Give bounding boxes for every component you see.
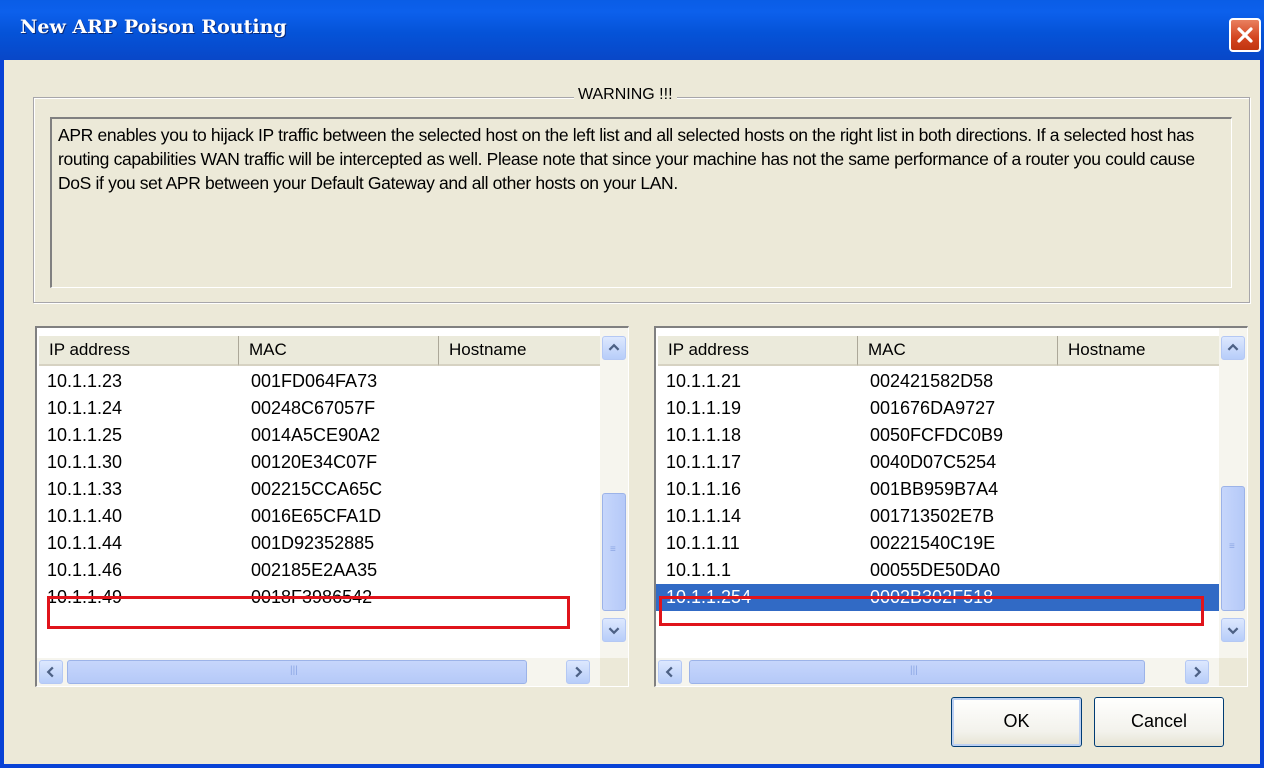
scroll-left-button[interactable] — [658, 660, 682, 684]
warning-text: APR enables you to hijack IP traffic bet… — [50, 117, 1232, 288]
cancel-button[interactable]: Cancel — [1094, 697, 1224, 747]
table-row[interactable]: 10.1.1.33 002215CCA65C — [37, 476, 602, 503]
cell-mac: 001713502E7B — [870, 506, 995, 526]
cell-mac: 0050FCFDC0B9 — [870, 425, 1004, 445]
cell-mac: 0018F3986542 — [251, 587, 373, 607]
cell-mac: 001BB959B7A4 — [870, 479, 999, 499]
horizontal-scrollbar[interactable]: ||| — [656, 658, 1221, 686]
cell-ip: 10.1.1.16 — [666, 479, 742, 499]
table-row[interactable]: 10.1.1.49 0018F3986542 — [37, 584, 602, 611]
cell-ip: 10.1.1.17 — [666, 452, 742, 472]
cell-mac: 00221540C19E — [870, 533, 996, 553]
cell-mac: 00120E34C07F — [251, 452, 378, 472]
column-header-mac[interactable]: MAC — [858, 336, 1058, 366]
cell-mac: 0002B302F518 — [870, 587, 994, 607]
title-bar[interactable]: New ARP Poison Routing — [0, 0, 1264, 60]
table-row[interactable]: 10.1.1.254 0002B302F518 — [656, 584, 1221, 611]
scroll-down-button[interactable] — [1221, 618, 1245, 642]
cell-mac: 001676DA9727 — [870, 398, 996, 418]
cell-mac: 0016E65CFA1D — [251, 506, 382, 526]
scroll-down-button[interactable] — [602, 618, 626, 642]
table-row[interactable]: 10.1.1.17 0040D07C5254 — [656, 449, 1221, 476]
cell-ip: 10.1.1.44 — [47, 533, 123, 553]
close-button[interactable] — [1229, 18, 1261, 52]
chevron-up-icon — [1227, 343, 1239, 351]
chevron-left-icon — [46, 666, 54, 678]
cell-ip: 10.1.1.23 — [47, 371, 123, 391]
table-row[interactable]: 10.1.1.40 0016E65CFA1D — [37, 503, 602, 530]
right-list-rows: 10.1.1.21 002421582D58 10.1.1.19 001676DA97… — [656, 368, 1221, 611]
chevron-down-icon — [608, 627, 620, 635]
cell-ip: 10.1.1.46 — [47, 560, 123, 580]
cell-ip: 10.1.1.21 — [666, 371, 742, 391]
cell-mac: 002421582D58 — [870, 371, 994, 391]
cell-mac: 002215CCA65C — [251, 479, 383, 499]
cell-mac: 0014A5CE90A2 — [251, 425, 381, 445]
table-row[interactable]: 10.1.1.23 001FD064FA73 — [37, 368, 602, 395]
vertical-scrollbar[interactable]: ≡ — [600, 328, 628, 658]
column-header-hostname[interactable]: Hostname — [439, 336, 602, 366]
table-row[interactable]: 10.1.1.14 001713502E7B — [656, 503, 1221, 530]
scroll-up-button[interactable] — [1221, 336, 1245, 360]
horizontal-scroll-thumb[interactable]: ||| — [689, 660, 1145, 684]
column-header-ip[interactable]: IP address — [39, 336, 239, 366]
vertical-scroll-thumb[interactable]: ≡ — [602, 493, 626, 611]
chevron-right-icon — [575, 666, 583, 678]
cell-ip: 10.1.1.33 — [47, 479, 123, 499]
table-row[interactable]: 10.1.1.11 00221540C19E — [656, 530, 1221, 557]
chevron-up-icon — [608, 343, 620, 351]
table-row[interactable]: 10.1.1.25 0014A5CE90A2 — [37, 422, 602, 449]
chevron-left-icon — [665, 666, 673, 678]
column-header-hostname[interactable]: Hostname — [1058, 336, 1221, 366]
window-title: New ARP Poison Routing — [20, 16, 287, 38]
cell-ip: 10.1.1.254 — [666, 587, 752, 607]
cell-ip: 10.1.1.19 — [666, 398, 742, 418]
scroll-up-button[interactable] — [602, 336, 626, 360]
scroll-right-button[interactable] — [566, 660, 590, 684]
cell-mac: 0040D07C5254 — [870, 452, 997, 472]
cell-ip: 10.1.1.18 — [666, 425, 742, 445]
scroll-corner — [1219, 658, 1247, 686]
chevron-right-icon — [1194, 666, 1202, 678]
vertical-scroll-thumb[interactable]: ≡ — [1221, 486, 1245, 611]
cell-ip: 10.1.1.40 — [47, 506, 123, 526]
warning-legend: WARNING !!! — [574, 86, 677, 104]
left-list-rows: 10.1.1.23 001FD064FA73 10.1.1.24 00248C6705… — [37, 368, 602, 611]
column-header-mac[interactable]: MAC — [239, 336, 439, 366]
right-host-list[interactable]: IP address MAC Hostname 10.1.1.21 0024215… — [654, 326, 1248, 687]
table-row[interactable]: 10.1.1.1 00055DE50DA0 — [656, 557, 1221, 584]
cell-mac: 00055DE50DA0 — [870, 560, 1001, 580]
cell-mac: 001FD064FA73 — [251, 371, 378, 391]
cell-ip: 10.1.1.11 — [666, 533, 740, 553]
close-icon — [1237, 27, 1253, 43]
table-row[interactable]: 10.1.1.24 00248C67057F — [37, 395, 602, 422]
cell-ip: 10.1.1.25 — [47, 425, 123, 445]
table-row[interactable]: 10.1.1.44 001D92352885 — [37, 530, 602, 557]
cell-mac: 001D92352885 — [251, 533, 375, 553]
cell-ip: 10.1.1.30 — [47, 452, 123, 472]
vertical-scrollbar[interactable]: ≡ — [1219, 328, 1247, 658]
cell-ip: 10.1.1.1 — [666, 560, 732, 580]
horizontal-scrollbar[interactable]: ||| — [37, 658, 602, 686]
table-row[interactable]: 10.1.1.46 002185E2AA35 — [37, 557, 602, 584]
table-row[interactable]: 10.1.1.16 001BB959B7A4 — [656, 476, 1221, 503]
table-row[interactable]: 10.1.1.21 002421582D58 — [656, 368, 1221, 395]
cell-ip: 10.1.1.49 — [47, 587, 123, 607]
table-row[interactable]: 10.1.1.19 001676DA9727 — [656, 395, 1221, 422]
table-row[interactable]: 10.1.1.18 0050FCFDC0B9 — [656, 422, 1221, 449]
cell-ip: 10.1.1.14 — [666, 506, 742, 526]
column-header-ip[interactable]: IP address — [658, 336, 858, 366]
scroll-corner — [600, 658, 628, 686]
cell-mac: 002185E2AA35 — [251, 560, 378, 580]
cell-mac: 00248C67057F — [251, 398, 376, 418]
horizontal-scroll-thumb[interactable]: ||| — [67, 660, 527, 684]
left-host-list[interactable]: IP address MAC Hostname 10.1.1.23 001FD06… — [35, 326, 629, 687]
ok-button[interactable]: OK — [951, 697, 1082, 747]
scroll-right-button[interactable] — [1185, 660, 1209, 684]
cell-ip: 10.1.1.24 — [47, 398, 123, 418]
chevron-down-icon — [1227, 627, 1239, 635]
table-row[interactable]: 10.1.1.30 00120E34C07F — [37, 449, 602, 476]
scroll-left-button[interactable] — [39, 660, 63, 684]
